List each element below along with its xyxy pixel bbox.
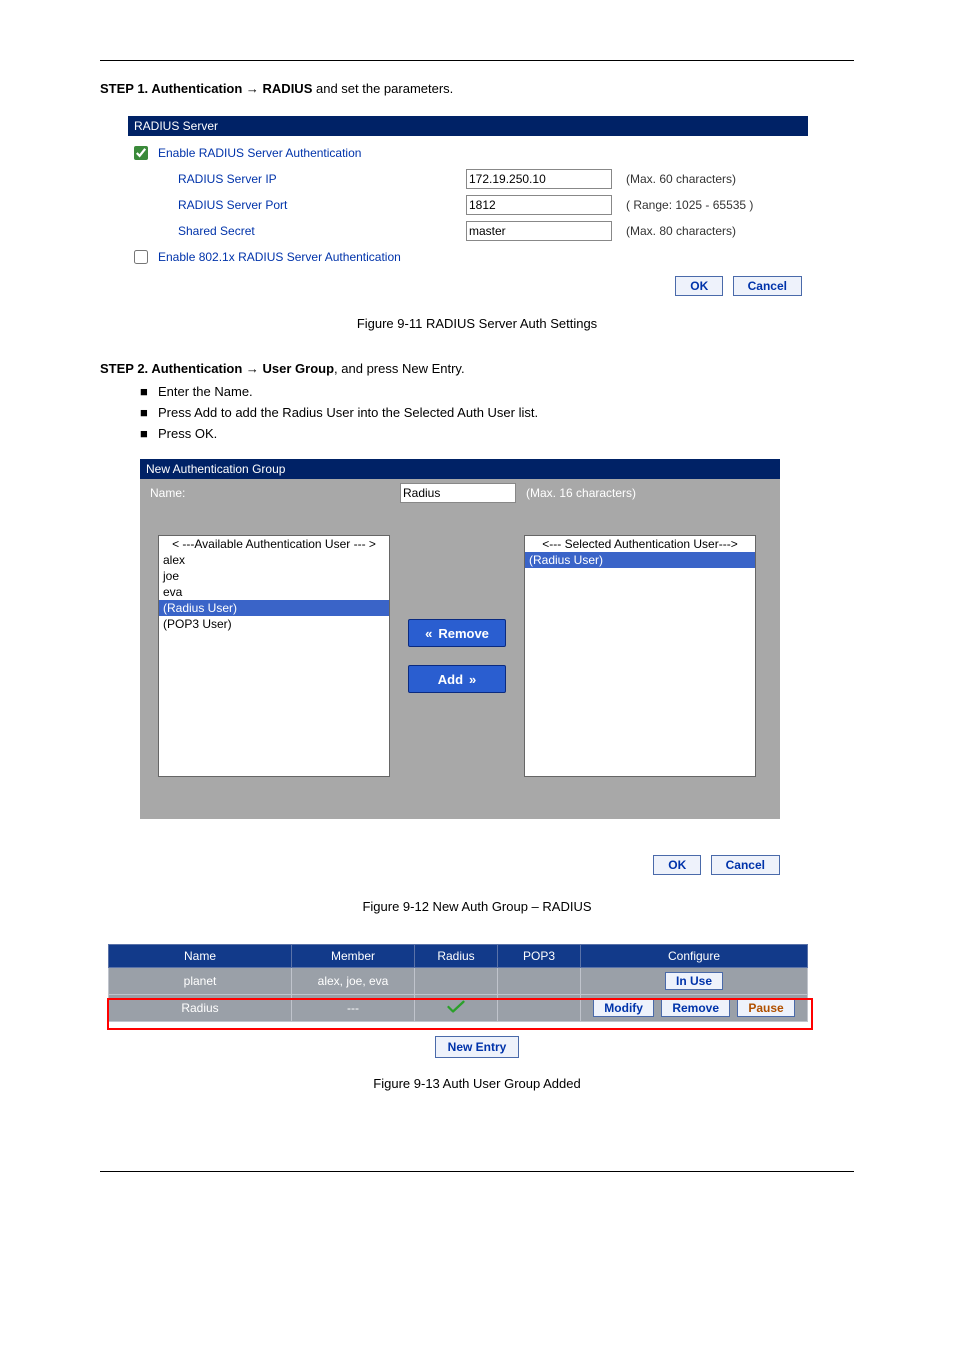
group-ok-button[interactable]: OK bbox=[653, 855, 701, 875]
selected-users-list[interactable]: <--- Selected Authentication User---> (R… bbox=[524, 535, 756, 777]
selected-header: <--- Selected Authentication User---> bbox=[525, 536, 755, 552]
available-header: < ---Available Authentication User --- > bbox=[159, 536, 389, 552]
check-icon bbox=[447, 1000, 465, 1014]
col-radius: Radius bbox=[415, 945, 498, 968]
remove-button[interactable]: « Remove bbox=[408, 619, 506, 647]
step1-text: STEP 1. Authentication → RADIUS and set … bbox=[100, 81, 854, 96]
chevron-right-icon: » bbox=[469, 672, 476, 687]
available-users-list[interactable]: < ---Available Authentication User --- >… bbox=[158, 535, 390, 777]
radius-panel: RADIUS Server Enable RADIUS Server Authe… bbox=[128, 116, 808, 298]
list-item[interactable]: joe bbox=[159, 568, 389, 584]
col-member: Member bbox=[292, 945, 415, 968]
shared-secret-input[interactable] bbox=[466, 221, 612, 241]
list-item[interactable]: (POP3 User) bbox=[159, 616, 389, 632]
enable-8021x-label: Enable 802.1x RADIUS Server Authenticati… bbox=[150, 250, 578, 264]
radius-port-input[interactable] bbox=[466, 195, 612, 215]
table-row: planet alex, joe, eva In Use bbox=[109, 968, 808, 995]
step2-bullet-0: ■Enter the Name. bbox=[140, 384, 854, 399]
enable-radius-checkbox[interactable] bbox=[134, 146, 148, 160]
figure-9-13-caption: Figure 9-13 Auth User Group Added bbox=[100, 1076, 854, 1091]
list-item[interactable]: (Radius User) bbox=[525, 552, 755, 568]
list-item[interactable]: eva bbox=[159, 584, 389, 600]
col-name: Name bbox=[109, 945, 292, 968]
col-pop3: POP3 bbox=[498, 945, 581, 968]
group-name-input[interactable] bbox=[400, 483, 516, 503]
radius-cancel-button[interactable]: Cancel bbox=[733, 276, 802, 296]
auth-group-table: Name Member Radius POP3 Configure planet… bbox=[108, 944, 808, 1022]
radius-ok-button[interactable]: OK bbox=[675, 276, 723, 296]
group-cancel-button[interactable]: Cancel bbox=[711, 855, 780, 875]
step2-text: STEP 2. Authentication → User Group, and… bbox=[100, 361, 854, 376]
figure-9-12-caption: Figure 9-12 New Auth Group – RADIUS bbox=[100, 899, 854, 914]
auth-group-title: New Authentication Group bbox=[140, 459, 780, 479]
list-item[interactable]: (Radius User) bbox=[159, 600, 389, 616]
group-name-label: Name: bbox=[150, 486, 400, 500]
auth-group-panel: New Authentication Group Name: (Max. 16 … bbox=[140, 459, 780, 819]
radius-ip-label: RADIUS Server IP bbox=[150, 172, 466, 186]
chevron-left-icon: « bbox=[425, 626, 432, 641]
modify-button[interactable]: Modify bbox=[593, 999, 654, 1017]
remove-button-row[interactable]: Remove bbox=[661, 999, 730, 1017]
pause-button[interactable]: Pause bbox=[737, 999, 794, 1017]
radius-title: RADIUS Server bbox=[128, 116, 808, 136]
new-entry-button[interactable]: New Entry bbox=[435, 1036, 520, 1058]
figure-9-11-caption: Figure 9-11 RADIUS Server Auth Settings bbox=[100, 316, 854, 331]
shared-secret-label: Shared Secret bbox=[150, 224, 466, 238]
enable-8021x-checkbox[interactable] bbox=[134, 250, 148, 264]
step2-bullet-1: ■Press Add to add the Radius User into t… bbox=[140, 405, 854, 420]
radius-port-label: RADIUS Server Port bbox=[150, 198, 466, 212]
step2-bullet-2: ■Press OK. bbox=[140, 426, 854, 441]
radius-port-hint: ( Range: 1025 - 65535 ) bbox=[612, 198, 753, 212]
enable-radius-label: Enable RADIUS Server Authentication bbox=[150, 146, 458, 160]
in-use-badge: In Use bbox=[665, 972, 723, 990]
list-item[interactable]: alex bbox=[159, 552, 389, 568]
table-row: Radius --- Modify Remove Pause bbox=[109, 995, 808, 1022]
col-configure: Configure bbox=[581, 945, 808, 968]
radius-ip-hint: (Max. 60 characters) bbox=[612, 172, 736, 186]
shared-secret-hint: (Max. 80 characters) bbox=[612, 224, 736, 238]
radius-ip-input[interactable] bbox=[466, 169, 612, 189]
group-name-hint: (Max. 16 characters) bbox=[516, 486, 636, 500]
add-button[interactable]: Add » bbox=[408, 665, 506, 693]
